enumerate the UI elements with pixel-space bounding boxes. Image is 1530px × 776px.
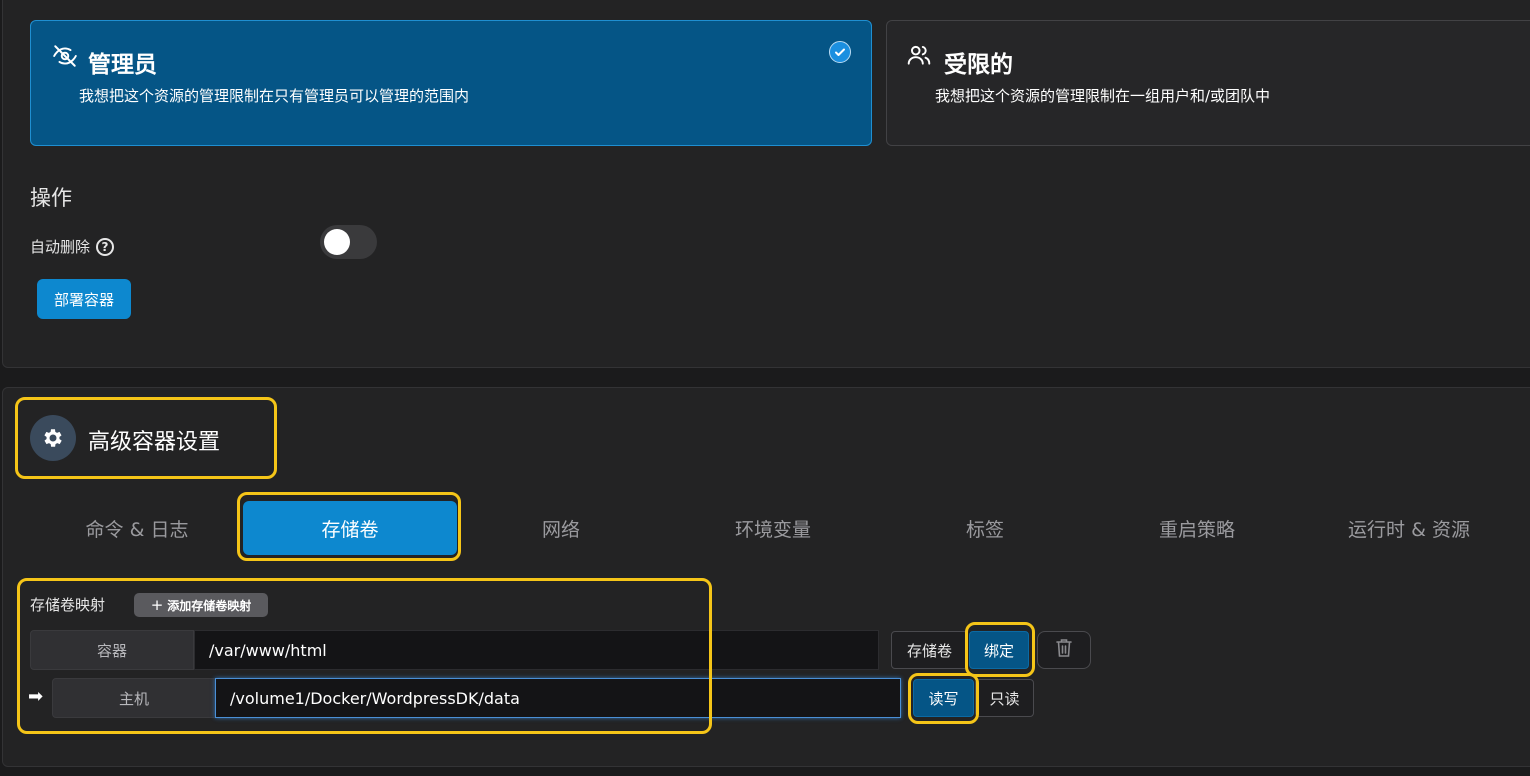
tab-volumes[interactable]: 存储卷	[243, 501, 457, 555]
access-card-restricted[interactable]: 受限的 我想把这个资源的管理限制在一组用户和/或团队中	[886, 20, 1530, 146]
tab-network[interactable]: 网络	[455, 501, 667, 555]
access-card-admin-description: 我想把这个资源的管理限制在只有管理员可以管理的范围内	[79, 87, 470, 105]
toggle-knob	[324, 229, 350, 255]
check-icon	[829, 41, 851, 63]
add-volume-mapping-button[interactable]: + 添加存储卷映射	[134, 593, 268, 617]
help-icon[interactable]: ?	[96, 237, 115, 256]
tab-command-logs[interactable]: 命令 & 日志	[31, 501, 243, 555]
mode-read-only-button[interactable]: 只读	[975, 679, 1034, 717]
mode-read-write-button[interactable]: 读写	[913, 679, 974, 717]
volume-type-bind-button[interactable]: 绑定	[969, 631, 1029, 669]
actions-heading: 操作	[30, 186, 72, 210]
tab-runtime-resources[interactable]: 运行时 & 资源	[1303, 501, 1515, 555]
auto-delete-toggle[interactable]	[320, 225, 377, 259]
deploy-container-button[interactable]: 部署容器	[37, 279, 131, 319]
volume-type-volume-button[interactable]: 存储卷	[891, 631, 968, 669]
tab-env[interactable]: 环境变量	[667, 501, 879, 555]
host-prefix: 主机	[52, 678, 216, 718]
access-card-admin-title: 管理员	[88, 52, 157, 78]
trash-icon	[1055, 638, 1073, 662]
gear-icon	[30, 415, 76, 461]
eye-slash-icon	[52, 43, 78, 69]
tab-labels[interactable]: 标签	[879, 501, 1091, 555]
access-card-admin[interactable]: 管理员 我想把这个资源的管理限制在只有管理员可以管理的范围内	[30, 20, 872, 146]
auto-delete-label-text: 自动删除	[30, 238, 91, 256]
container-prefix: 容器	[30, 630, 194, 670]
access-card-restricted-title: 受限的	[944, 52, 1013, 78]
add-volume-mapping-label: 添加存储卷映射	[167, 598, 252, 613]
host-path-input[interactable]: /volume1/Docker/WordpressDK/data	[215, 678, 901, 718]
volume-mapping-label: 存储卷映射	[30, 596, 106, 614]
delete-mapping-button[interactable]	[1037, 631, 1091, 669]
users-icon	[906, 42, 932, 68]
arrow-right-icon: ➡	[28, 686, 44, 707]
access-card-restricted-description: 我想把这个资源的管理限制在一组用户和/或团队中	[935, 87, 1271, 105]
tab-restart-policy[interactable]: 重启策略	[1091, 501, 1303, 555]
container-path-input[interactable]: /var/www/html	[194, 630, 879, 670]
advanced-settings-title: 高级容器设置	[88, 430, 221, 455]
plus-icon: +	[150, 596, 164, 614]
auto-delete-label: 自动删除 ?	[30, 236, 115, 257]
